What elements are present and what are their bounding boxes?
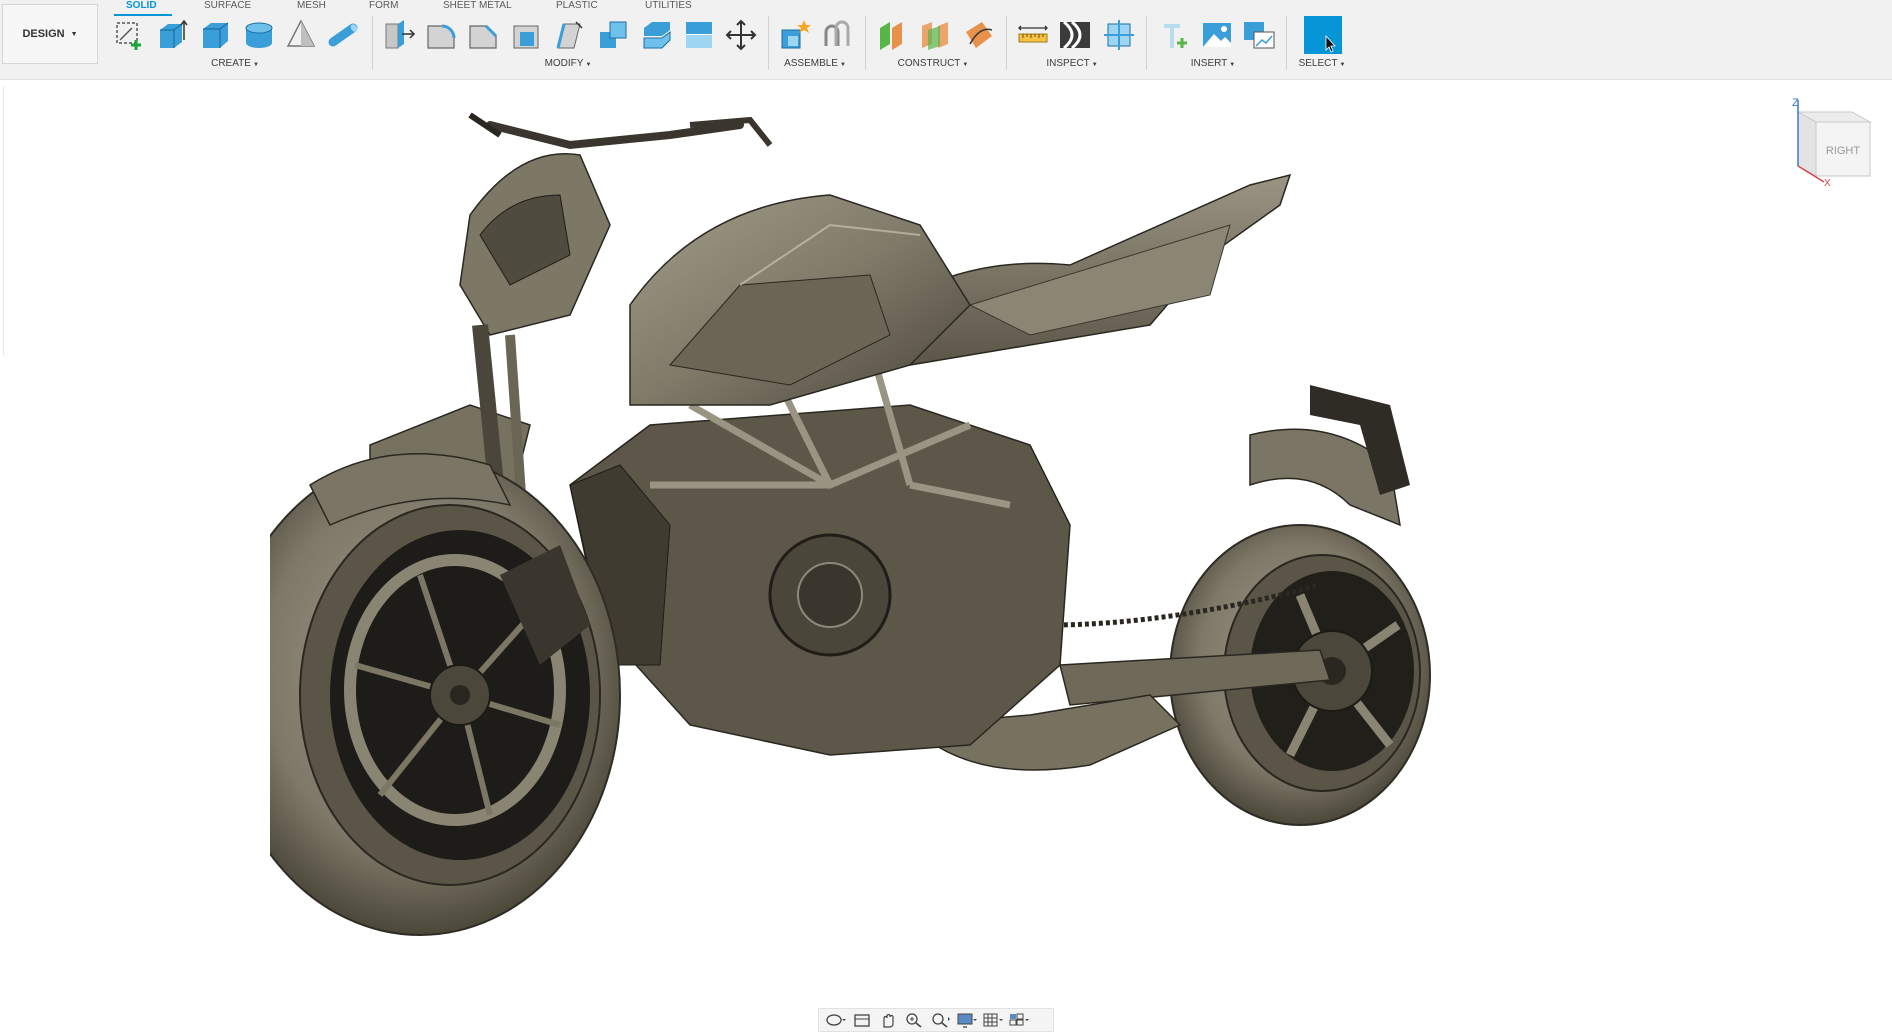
tab-solid[interactable]: SOLID — [126, 0, 157, 11]
chevron-down-icon: ▼ — [839, 62, 846, 68]
axis-z-label: Z — [1792, 97, 1799, 109]
joint-icon[interactable] — [820, 18, 854, 52]
separator — [1286, 16, 1287, 70]
handlebar — [486, 121, 744, 150]
combine-icon[interactable] — [596, 18, 630, 52]
fillet-icon[interactable] — [424, 18, 458, 52]
fusion-app: DESIGN ▼ SOLID SURFACE MESH FORM SHEET M… — [0, 0, 1892, 1034]
extrude-icon[interactable] — [154, 18, 188, 52]
axis-x-label: X — [1824, 178, 1831, 189]
canvas-icon[interactable] — [1242, 18, 1276, 52]
decal-icon[interactable] — [1200, 18, 1234, 52]
tab-form[interactable]: FORM — [369, 0, 398, 11]
chevron-down-icon: ▼ — [1339, 62, 1346, 68]
zebra-analysis-icon[interactable] — [1058, 18, 1092, 52]
separator — [865, 16, 866, 70]
tab-surface[interactable]: SURFACE — [204, 0, 251, 11]
midplane-icon[interactable] — [918, 18, 952, 52]
press-pull-icon[interactable] — [382, 18, 416, 52]
assemble-menu[interactable]: ASSEMBLE ▼ — [784, 58, 846, 69]
insert-menu[interactable]: INSERT ▼ — [1191, 58, 1235, 69]
construct-menu[interactable]: CONSTRUCT ▼ — [898, 58, 969, 69]
inspect-menu[interactable]: INSPECT ▼ — [1046, 58, 1097, 69]
look-at-icon[interactable] — [849, 1009, 875, 1031]
tab-mesh[interactable]: MESH — [297, 0, 326, 11]
orbit-icon[interactable] — [823, 1009, 849, 1031]
toolbar: DESIGN ▼ SOLID SURFACE MESH FORM SHEET M… — [0, 0, 1892, 80]
chamfer-icon[interactable] — [466, 18, 500, 52]
cone-icon[interactable] — [284, 18, 318, 52]
front-wheel[interactable] — [270, 454, 621, 936]
view-cube-face-label: RIGHT — [1826, 145, 1861, 157]
split-face-icon[interactable] — [682, 18, 716, 52]
tab-utilities[interactable]: UTILITIES — [645, 0, 692, 11]
fit-icon[interactable] — [927, 1009, 953, 1031]
separator — [1006, 16, 1007, 70]
tab-plastic[interactable]: PLASTIC — [556, 0, 598, 11]
pipe-icon[interactable] — [327, 18, 361, 52]
new-component-icon[interactable] — [778, 18, 812, 52]
tab-sheet-metal[interactable]: SHEET METAL — [443, 0, 512, 11]
insert-derive-icon[interactable] — [1158, 18, 1192, 52]
separator — [768, 16, 769, 70]
navigation-bar — [818, 1008, 1054, 1032]
separator — [1146, 16, 1147, 70]
draft-icon[interactable] — [552, 18, 586, 52]
separator — [372, 16, 373, 70]
move-copy-icon[interactable] — [724, 18, 758, 52]
split-body-icon[interactable] — [640, 18, 674, 52]
browser-panel-edge[interactable] — [0, 86, 4, 356]
viewports-icon[interactable] — [1005, 1009, 1031, 1031]
shell-icon[interactable] — [510, 18, 544, 52]
toolbar-tabs: SOLID SURFACE MESH FORM SHEET METAL PLAS… — [0, 0, 760, 16]
select-cursor-icon[interactable] — [1304, 16, 1342, 54]
grid-settings-icon[interactable] — [979, 1009, 1005, 1031]
select-menu[interactable]: SELECT ▼ — [1299, 58, 1346, 69]
create-sketch-icon[interactable] — [112, 18, 146, 52]
create-menu[interactable]: CREATE ▼ — [211, 58, 259, 69]
offset-plane-icon[interactable] — [876, 18, 910, 52]
pan-icon[interactable] — [875, 1009, 901, 1031]
chevron-down-icon: ▼ — [1229, 62, 1236, 68]
view-cube[interactable]: Z X RIGHT — [1782, 94, 1878, 190]
display-settings-icon[interactable] — [953, 1009, 979, 1031]
section-analysis-icon[interactable] — [1102, 18, 1136, 52]
measure-icon[interactable] — [1016, 18, 1050, 52]
cylinder-icon[interactable] — [242, 18, 276, 52]
workspace-label: DESIGN — [22, 28, 65, 40]
chevron-down-icon: ▼ — [1091, 62, 1098, 68]
motorcycle-model[interactable] — [270, 105, 1710, 1005]
chevron-down-icon: ▼ — [585, 62, 592, 68]
modify-menu[interactable]: MODIFY ▼ — [545, 58, 592, 69]
chevron-down-icon: ▼ — [962, 62, 969, 68]
zoom-icon[interactable] — [901, 1009, 927, 1031]
chevron-down-icon: ▼ — [70, 30, 78, 38]
chevron-down-icon: ▼ — [252, 62, 259, 68]
active-tab-indicator — [114, 14, 172, 16]
plane-along-path-icon[interactable] — [962, 18, 996, 52]
box-icon[interactable] — [198, 18, 232, 52]
